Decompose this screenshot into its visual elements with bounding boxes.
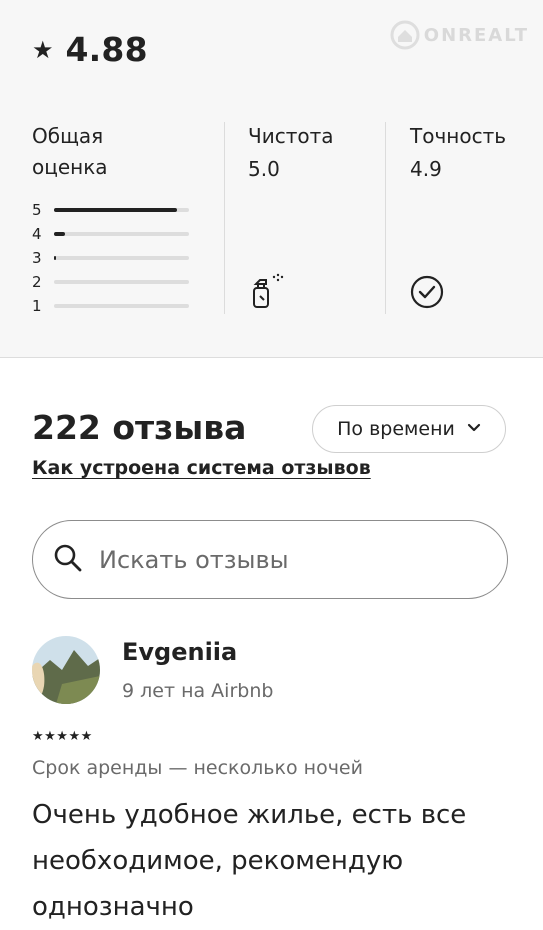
review-stars: ★★★★★ <box>32 729 93 744</box>
rating-bar-fill <box>54 256 57 260</box>
search-reviews-field[interactable] <box>32 520 508 599</box>
reviewer-tenure: 9 лет на Airbnb <box>122 680 274 702</box>
rating-bar-fill <box>54 232 65 236</box>
how-reviews-work-link[interactable]: Как устроена система отзывов <box>32 457 371 479</box>
watermark-text: ONREALT <box>423 24 529 46</box>
stay-duration: Срок аренды — несколько ночей <box>32 757 363 779</box>
rating-bar-label: 5 <box>32 201 42 219</box>
overall-rating-title: Общая оценка <box>32 124 108 179</box>
reviewer-avatar[interactable] <box>32 636 100 704</box>
chevron-down-icon <box>467 421 481 437</box>
category-title-cleanliness: Чистота <box>248 124 334 148</box>
spray-bottle-icon <box>250 270 286 314</box>
rating-summary-panel: ONREALT ★ 4.88 Общая оценка 5 4 3 2 1 Чистот… <box>0 0 543 358</box>
divider <box>385 122 386 314</box>
rating-bar-track <box>54 256 189 260</box>
rating-bar-label: 1 <box>32 297 42 315</box>
reviews-count-heading: 222 отзыва <box>32 408 247 447</box>
rating-bar-row: 2 <box>32 270 189 294</box>
watermark-logo: ONREALT <box>390 20 529 50</box>
review-text: Очень удобное жилье, есть все необходимо… <box>32 800 467 922</box>
category-title-accuracy: Точность <box>410 124 507 148</box>
sort-dropdown-button[interactable]: По времени <box>312 405 506 453</box>
category-value-cleanliness: 5.0 <box>248 157 280 181</box>
rating-bar-row: 3 <box>32 246 189 270</box>
overall-rating-value: 4.88 <box>65 30 148 69</box>
rating-bar-track <box>54 280 189 284</box>
search-icon <box>53 543 83 577</box>
rating-bar-track <box>54 304 189 308</box>
rating-distribution: 5 4 3 2 1 <box>32 198 189 318</box>
overall-rating: ★ 4.88 <box>32 30 148 69</box>
rating-bar-row: 4 <box>32 222 189 246</box>
category-value-accuracy: 4.9 <box>410 157 442 181</box>
search-reviews-input[interactable] <box>97 544 481 575</box>
star-icon: ★ <box>32 35 54 64</box>
rating-bar-label: 4 <box>32 225 42 243</box>
check-circle-icon <box>410 275 444 313</box>
sort-label: По времени <box>337 418 455 440</box>
rating-bar-label: 3 <box>32 249 42 267</box>
rating-bar-fill <box>54 208 177 212</box>
house-logo-icon <box>390 20 420 50</box>
divider <box>224 122 225 314</box>
rating-bar-row: 1 <box>32 294 189 318</box>
reviewer-name: Evgeniia <box>122 638 238 666</box>
rating-bar-row: 5 <box>32 198 189 222</box>
rating-bar-track <box>54 208 189 212</box>
rating-bar-label: 2 <box>32 273 42 291</box>
rating-bar-track <box>54 232 189 236</box>
